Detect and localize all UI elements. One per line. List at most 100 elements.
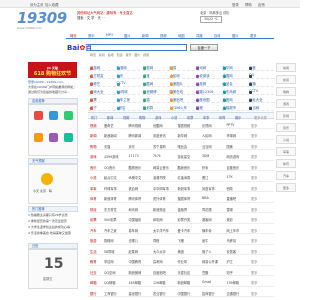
category-link[interactable]: 太平洋汽车	[153, 228, 169, 233]
site-link[interactable]: 58同城	[116, 89, 128, 94]
category-link[interactable]: 新浪军事	[178, 186, 191, 191]
quick-nav-button[interactable]: 音乐	[276, 123, 296, 132]
category-link[interactable]: 百度贴吧	[153, 270, 166, 275]
category-name[interactable]: 汽车	[90, 228, 97, 233]
category-link[interactable]: 作业帮	[178, 259, 188, 264]
category-link[interactable]: 铁血网	[129, 186, 139, 191]
quick-nav-button[interactable]: 游戏	[276, 99, 296, 108]
site-link[interactable]: 网易	[169, 65, 176, 70]
site-link[interactable]: 凤凰网	[196, 81, 206, 86]
quick-nav-button[interactable]: 更多	[276, 183, 296, 192]
category-link[interactable]: 纵横中文	[129, 175, 142, 180]
category-more-link[interactable]: 更多	[251, 259, 257, 264]
category-link[interactable]: 凤凰资讯	[153, 133, 166, 138]
site-link[interactable]: 网址大全	[249, 97, 263, 102]
site-link[interactable]: 携程	[196, 105, 203, 110]
category-link[interactable]: 中国教育	[129, 259, 142, 264]
category-more-link[interactable]: 更多	[251, 154, 257, 159]
site-link[interactable]: 新华网	[222, 65, 233, 70]
category-link[interactable]: 搜狐体育	[178, 196, 191, 201]
category-link[interactable]: 唯品会	[178, 144, 188, 149]
category-link[interactable]: 中国银行	[178, 291, 191, 296]
quick-nav-button[interactable]: 军事	[276, 147, 296, 156]
category-link[interactable]: 163邮箱	[129, 280, 141, 285]
category-link[interactable]: 飞猪	[178, 238, 184, 243]
site-link[interactable]: 京东	[116, 73, 123, 78]
hot-item[interactable]: 1 热播剧主演都只有26岁竟然	[28, 213, 78, 218]
site-link[interactable]: 当当网	[249, 105, 259, 110]
category-link[interactable]: 游民星空	[178, 154, 191, 159]
category-link[interactable]: QQ邮箱	[104, 280, 115, 285]
site-link[interactable]: 新浪微博	[143, 89, 157, 94]
search-tab[interactable]: 音乐	[88, 33, 95, 38]
category-link[interactable]: QQ空间	[104, 270, 115, 275]
category-more-link[interactable]: 更多	[251, 133, 257, 138]
category-link[interactable]: 汽车之家	[104, 228, 117, 233]
site-link[interactable]: 新浪网	[116, 65, 127, 70]
search-tab[interactable]: MP3	[106, 33, 113, 37]
category-tab[interactable]: 购物	[139, 115, 145, 120]
search-tab[interactable]: 新闻	[142, 33, 149, 38]
category-more-link[interactable]: 更多	[251, 280, 257, 285]
category-link[interactable]: 交通银行	[227, 291, 240, 296]
category-link[interactable]: 500彩票	[104, 217, 116, 222]
category-link[interactable]: 安居客	[227, 249, 237, 254]
feedback-link[interactable]: 反馈	[258, 2, 265, 7]
search-tab[interactable]: 地图	[178, 33, 185, 38]
category-link[interactable]: 中国福彩	[129, 217, 142, 222]
category-link[interactable]: 7k7k	[153, 154, 161, 158]
hot-item[interactable]: 3 大学生退学创业后的成功心得	[28, 225, 78, 230]
help-link[interactable]: 帮助	[245, 2, 252, 7]
site-link[interactable]: 直播	[249, 81, 256, 86]
category-link[interactable]: 国美	[227, 144, 233, 149]
site-link[interactable]: CCTV	[116, 81, 126, 86]
category-more-link[interactable]: 更多	[251, 186, 257, 191]
search-tab[interactable]: 更多	[250, 33, 257, 38]
category-tab[interactable]: 彩票	[187, 115, 193, 120]
category-link[interactable]: 体彩网	[153, 217, 163, 222]
category-link[interactable]: 腾讯体育	[129, 196, 142, 201]
category-tab[interactable]: 小说	[171, 115, 177, 120]
category-more-link[interactable]: 更多	[251, 165, 257, 170]
site-link[interactable]: 汽车之家	[116, 97, 130, 102]
category-name[interactable]: 视频	[90, 123, 97, 128]
category-link[interactable]: 中华网军事	[153, 186, 169, 191]
site-link[interactable]: 国美在线	[169, 89, 183, 94]
category-link[interactable]: 竞彩	[227, 217, 233, 222]
site-link[interactable]: 小说阅读	[196, 73, 210, 78]
category-link[interactable]: 新华网	[178, 133, 188, 138]
quick-nav-button[interactable]: 购物	[276, 87, 296, 96]
category-name[interactable]: 购物	[90, 144, 97, 149]
category-name[interactable]: 彩票	[90, 217, 97, 222]
category-name[interactable]: 社交	[90, 270, 97, 275]
site-link[interactable]: 天猫	[143, 97, 150, 102]
category-link[interactable]: 携程网	[104, 238, 114, 243]
category-tab[interactable]: 游戏	[155, 115, 161, 120]
category-more-link[interactable]: 更多	[251, 175, 257, 180]
category-link[interactable]: 澳客网	[202, 217, 212, 222]
category-link[interactable]: 易车网	[129, 228, 139, 233]
category-link[interactable]: 去哪儿	[129, 238, 139, 243]
search-input[interactable]	[90, 44, 187, 51]
category-link[interactable]: 美团	[178, 249, 184, 254]
category-link[interactable]: 17K	[227, 175, 233, 179]
category-link[interactable]: 腾讯视频	[129, 123, 142, 128]
category-name[interactable]: 邮箱	[90, 280, 97, 285]
site-link[interactable]: 人民网	[169, 73, 180, 78]
category-link[interactable]: 新浪新闻	[104, 133, 117, 138]
category-link[interactable]: 58同城	[104, 249, 114, 254]
category-name[interactable]: 音乐	[90, 165, 97, 170]
hot-item[interactable]: 2 重新经历的第一次恋爱经历	[28, 219, 78, 224]
category-link[interactable]: QQ音乐	[104, 165, 115, 170]
quick-nav-button[interactable]: 小说	[276, 135, 296, 144]
category-link[interactable]: 虎扑体育	[153, 196, 166, 201]
category-link[interactable]: 农业银行	[153, 291, 166, 296]
category-link[interactable]: 建设银行	[129, 291, 142, 296]
category-more-link[interactable]: 更多	[251, 123, 257, 128]
category-link[interactable]: 网易云音乐	[153, 165, 169, 170]
category-link[interactable]: 途牛	[202, 238, 208, 243]
category-more-link[interactable]: 更多	[251, 291, 257, 296]
category-link[interactable]: 马蜂窝	[227, 238, 237, 243]
category-link[interactable]: 雪球	[227, 207, 233, 212]
category-tab[interactable]: 军事	[203, 115, 209, 120]
